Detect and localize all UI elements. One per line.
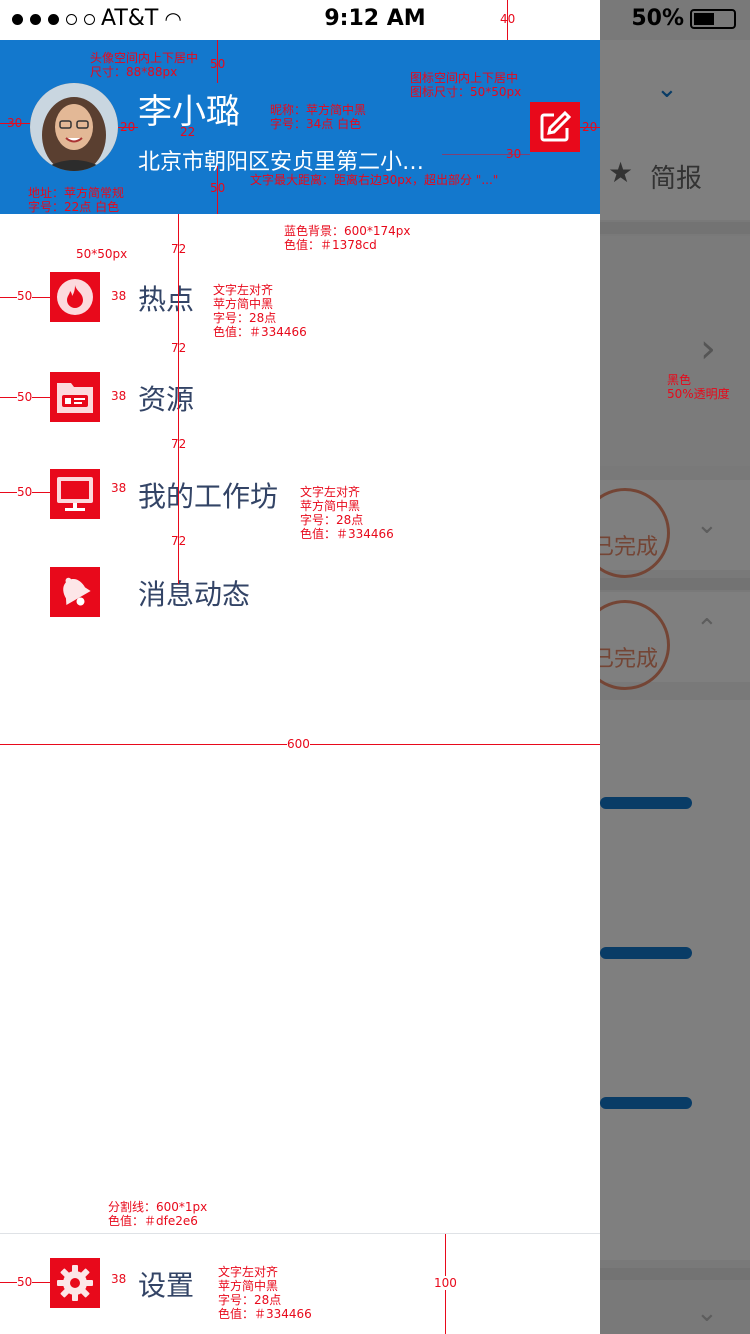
spec-text: 昵称：苹方简中黑 (270, 103, 367, 117)
spec-number: 38 (111, 289, 127, 303)
spec-number: 50 (17, 289, 33, 303)
spec-note: 黑色 50%透明度 (667, 373, 730, 401)
spec-number: 20 (120, 120, 136, 134)
menu-label: 设置 (138, 1269, 195, 1302)
menu-item-messages[interactable]: 消息动态 (0, 567, 600, 617)
spec-number: 38 (111, 389, 127, 403)
spec-number: 600 (287, 737, 310, 751)
spec-text: 图标尺寸：50*50px (410, 85, 522, 99)
spec-text: 字号：22点 白色 (28, 200, 120, 214)
spec-number: 22 (180, 125, 196, 139)
spec-number: 72 (171, 341, 187, 355)
menu-label: 热点 (138, 283, 195, 316)
menu-label: 消息动态 (138, 578, 251, 611)
monitor-icon (50, 469, 100, 519)
spec-line (178, 214, 179, 584)
spec-text: 字号：28点 (218, 1293, 282, 1307)
spec-text: 分割线：600*1px (108, 1200, 208, 1214)
gear-icon (50, 1258, 100, 1308)
settings-divider (0, 1233, 600, 1234)
spec-text: 50%透明度 (667, 387, 730, 401)
spec-text: 图标空间内上下居中 (410, 71, 519, 85)
edit-profile-button[interactable] (530, 102, 580, 152)
spec-text: 字号：28点 (300, 513, 364, 527)
menu-label: 资源 (138, 383, 195, 416)
spec-note: 文字左对齐 苹方简中黑 字号：28点 色值：＃334466 (218, 1265, 312, 1321)
spec-note: 蓝色背景：600*174px 色值：＃1378cd (284, 224, 411, 252)
spec-text: 苹方简中黑 (218, 1279, 279, 1293)
spec-number: 100 (434, 1276, 457, 1290)
avatar-image (30, 83, 118, 171)
menu-item-resources[interactable]: 资源 (0, 372, 600, 422)
spec-number: 38 (111, 1272, 127, 1286)
spec-text: 色值：＃dfe2e6 (108, 1214, 198, 1228)
menu-label: 我的工作坊 (138, 480, 279, 513)
spec-number: 50 (17, 390, 33, 404)
dim-overlay[interactable] (600, 0, 750, 1334)
spec-note: 图标空间内上下居中 图标尺寸：50*50px (410, 71, 521, 99)
spec-text: 文字左对齐 (300, 485, 361, 499)
spec-number: 72 (171, 242, 187, 256)
spec-number: 40 (500, 12, 516, 26)
spec-text: 头像空间内上下居中 (90, 51, 199, 65)
spec-text: 字号：28点 (213, 311, 277, 325)
spec-note: 文字左对齐 苹方简中黑 字号：28点 色值：＃334466 (300, 485, 394, 541)
spec-text: 黑色 (667, 373, 692, 387)
spec-number: 72 (171, 437, 187, 451)
spec-text: 地址：苹方简常规 (28, 186, 125, 200)
battery-icon (690, 8, 736, 29)
spec-number: 30 (506, 147, 522, 161)
spec-number: 38 (111, 481, 127, 495)
folder-card-icon (50, 372, 100, 422)
spec-note: 地址：苹方简常规 字号：22点 白色 (28, 186, 124, 214)
address: 北京市朝阳区安贞里第二小学... (138, 150, 442, 175)
spec-note: 头像空间内上下居中 尺寸：88*88px (90, 51, 198, 79)
edit-icon (540, 110, 572, 142)
battery-label: 50% (631, 6, 684, 31)
spec-note: 文字最大距离：距离右边30px，超出部分 "..." (250, 173, 499, 187)
spec-note: 昵称：苹方简中黑 字号：34点 白色 (270, 103, 366, 131)
spec-note: 分割线：600*1px 色值：＃dfe2e6 (108, 1200, 207, 1228)
spec-text: 色值：＃334466 (218, 1307, 312, 1321)
spec-text: 字号：34点 白色 (270, 117, 362, 131)
spec-text: 尺寸：88*88px (90, 65, 178, 79)
spec-text: 苹方简中黑 (213, 297, 274, 311)
avatar[interactable] (30, 83, 118, 171)
spec-number: 50 (210, 57, 226, 71)
spec-number: 50 (210, 181, 226, 195)
bell-icon (50, 567, 100, 617)
spec-number: 20 (582, 120, 598, 134)
spec-number: 72 (171, 534, 187, 548)
spec-text: 色值：＃334466 (300, 527, 394, 541)
spec-number: 50 (17, 1275, 33, 1289)
spec-text: 文字左对齐 (218, 1265, 279, 1279)
spec-text: 苹方简中黑 (300, 499, 361, 513)
spec-text: 蓝色背景：600*174px (284, 224, 411, 238)
spec-note: 文字左对齐 苹方简中黑 字号：28点 色值：＃334466 (213, 283, 307, 339)
spec-text: 色值：＃334466 (213, 325, 307, 339)
fire-icon (50, 272, 100, 322)
spec-number: 30 (7, 116, 23, 130)
spec-note: 50*50px (76, 247, 128, 261)
spec-text: 色值：＃1378cd (284, 238, 377, 252)
spec-number: 50 (17, 485, 33, 499)
battery: 50% (631, 6, 736, 31)
spec-text: 文字左对齐 (213, 283, 274, 297)
